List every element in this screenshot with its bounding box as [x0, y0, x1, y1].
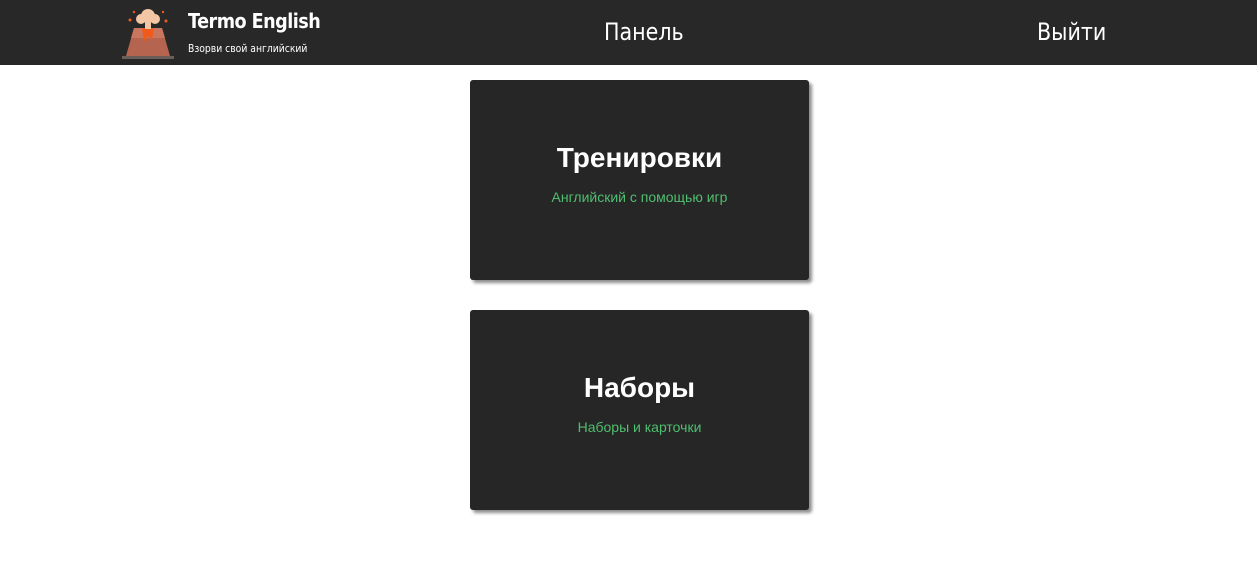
top-navbar: Termo English Взорви свой английский Пан…: [0, 0, 1257, 65]
card-description: Наборы и карточки: [577, 419, 702, 435]
brand-text: Termo English Взорви свой английский: [188, 6, 338, 56]
logout-link[interactable]: Выйти: [1037, 14, 1106, 50]
card-title: Наборы: [583, 372, 696, 403]
sets-card[interactable]: Наборы Наборы и карточки: [470, 310, 809, 510]
brand-subtitle: Взорви свой английский: [188, 42, 308, 55]
trainings-card[interactable]: Тренировки Английский с помощью игр: [470, 80, 809, 280]
volcano-icon: [122, 9, 174, 59]
nav-panel-link[interactable]: Панель: [604, 14, 684, 50]
brand-home-link[interactable]: Termo English Взорви свой английский: [122, 6, 338, 62]
brand-title: Termo English: [188, 9, 321, 33]
card-title: Тренировки: [556, 142, 723, 173]
card-description: Английский с помощью игр: [551, 189, 728, 205]
